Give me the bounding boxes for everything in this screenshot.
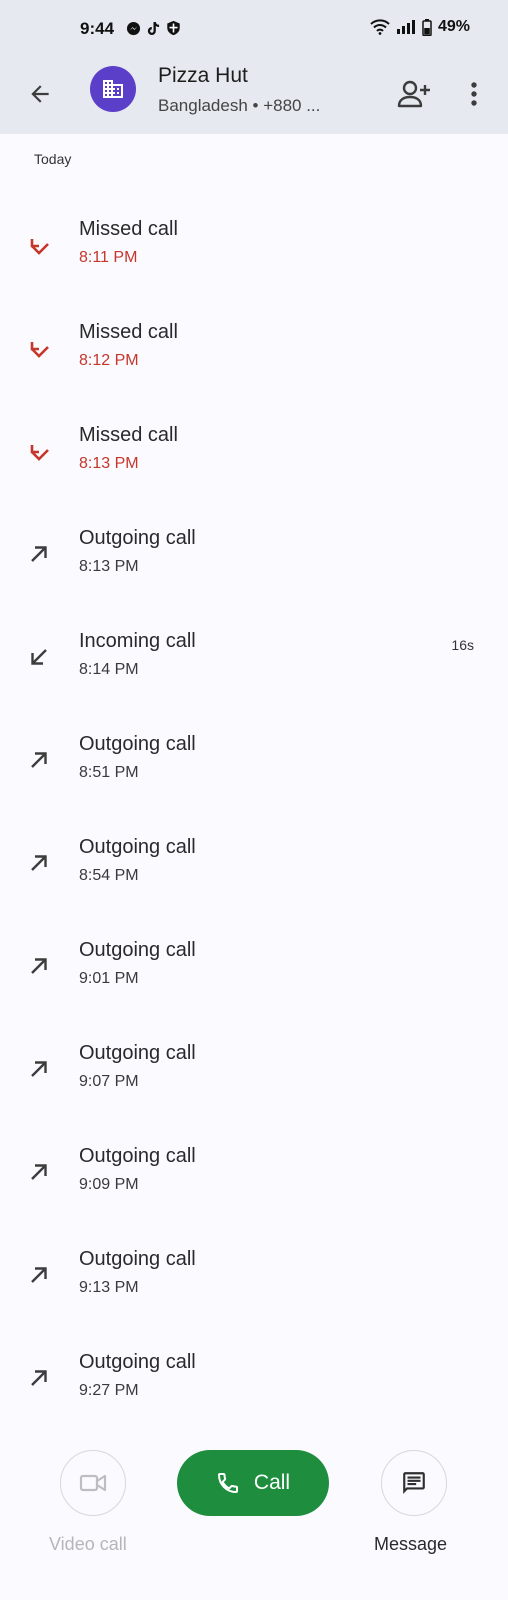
call-type-label: Incoming call <box>79 630 196 652</box>
section-header-today: Today <box>34 151 72 167</box>
call-history-row[interactable]: Missed call 8:11 PM <box>0 200 508 303</box>
call-type-label: Outgoing call <box>79 1042 196 1064</box>
call-type-label: Outgoing call <box>79 1248 196 1270</box>
call-time: 8:13 PM <box>79 558 139 575</box>
call-time: 9:07 PM <box>79 1073 139 1090</box>
call-type-label: Outgoing call <box>79 527 196 549</box>
call-made-icon <box>24 1363 54 1393</box>
video-call-button[interactable] <box>60 1450 126 1516</box>
call-time: 8:51 PM <box>79 764 139 781</box>
call-made-icon <box>24 1054 54 1084</box>
contact-subtitle: Bangladesh • +880 ... <box>158 96 321 115</box>
call-history-row[interactable]: Missed call 8:12 PM <box>0 303 508 406</box>
call-received-icon <box>24 642 54 672</box>
call-time: 9:01 PM <box>79 970 139 987</box>
call-history-row[interactable]: Outgoing call 8:51 PM <box>0 715 508 818</box>
app-bar: Pizza Hut Bangladesh • +880 ... <box>0 60 508 134</box>
call-type-label: Outgoing call <box>79 939 196 961</box>
phone-icon <box>217 1473 238 1493</box>
video-call-label: Video call <box>49 1534 127 1554</box>
call-time: 9:27 PM <box>79 1382 139 1399</box>
call-type-label: Outgoing call <box>79 733 196 755</box>
system-icons: 49% <box>370 18 470 36</box>
call-button-label: Call <box>253 1471 291 1494</box>
call-history-row[interactable]: Outgoing call 9:13 PM <box>0 1230 508 1333</box>
call-made-icon <box>24 1260 54 1290</box>
call-history-row[interactable]: Outgoing call 8:13 PM <box>0 509 508 612</box>
call-time: 8:11 PM <box>79 249 138 266</box>
battery-icon <box>422 18 432 36</box>
status-bar: 9:44 49% <box>0 0 508 60</box>
call-made-icon <box>24 951 54 981</box>
call-history-list: Missed call 8:11 PM Missed call 8:12 PM Miss… <box>0 200 508 1436</box>
call-history-row[interactable]: Outgoing call 8:54 PM <box>0 818 508 921</box>
more-options-button[interactable] <box>456 74 492 114</box>
wifi-icon <box>370 19 390 35</box>
call-time: 8:14 PM <box>79 661 139 678</box>
call-history-row[interactable]: Outgoing call 9:01 PM <box>0 921 508 1024</box>
call-type-label: Outgoing call <box>79 1145 196 1167</box>
call-button[interactable]: Call <box>177 1450 329 1516</box>
call-type-label: Outgoing call <box>79 1351 196 1373</box>
messenger-icon <box>126 21 141 35</box>
call-type-label: Missed call <box>79 218 178 240</box>
back-button[interactable] <box>22 76 58 112</box>
call-history-row[interactable]: Outgoing call 9:09 PM <box>0 1127 508 1230</box>
call-made-icon <box>24 745 54 775</box>
avatar <box>90 66 136 112</box>
call-type-label: Missed call <box>79 321 178 343</box>
call-history-row[interactable]: Missed call 8:13 PM <box>0 406 508 509</box>
call-duration: 16s <box>451 637 474 653</box>
signal-icon <box>396 20 415 34</box>
call-history-row[interactable]: Outgoing call 9:07 PM <box>0 1024 508 1127</box>
videocam-icon <box>79 1474 107 1492</box>
tiktok-icon <box>147 21 160 35</box>
arrow-back-icon <box>31 85 49 103</box>
call-type-label: Outgoing call <box>79 836 196 858</box>
call-history-row[interactable]: Incoming call 8:14 PM 16s <box>0 612 508 715</box>
call-time: 9:09 PM <box>79 1176 139 1193</box>
shield-icon <box>167 20 180 36</box>
add-contact-button[interactable] <box>394 74 434 114</box>
bottom-action-bar: Call Video call Message <box>0 1420 508 1600</box>
notification-icons <box>126 20 181 36</box>
call-time: 9:13 PM <box>79 1279 139 1296</box>
person-add-icon <box>397 80 430 108</box>
more-vert-icon <box>471 82 477 106</box>
building-icon <box>103 80 123 98</box>
call-time: 8:12 PM <box>79 352 139 369</box>
call-time: 8:13 PM <box>79 455 139 472</box>
call-type-label: Missed call <box>79 424 178 446</box>
status-time: 9:44 <box>80 19 115 38</box>
message-icon <box>403 1472 425 1494</box>
call-made-icon <box>24 1157 54 1187</box>
contact-name: Pizza Hut <box>158 64 248 87</box>
call-time: 8:54 PM <box>79 867 139 884</box>
missed-call-icon <box>24 436 54 466</box>
battery-percent: 49% <box>437 18 470 35</box>
message-button[interactable] <box>381 1450 447 1516</box>
missed-call-icon <box>24 230 54 260</box>
missed-call-icon <box>24 333 54 363</box>
call-made-icon <box>24 539 54 569</box>
message-label: Message <box>374 1534 448 1554</box>
call-made-icon <box>24 848 54 878</box>
